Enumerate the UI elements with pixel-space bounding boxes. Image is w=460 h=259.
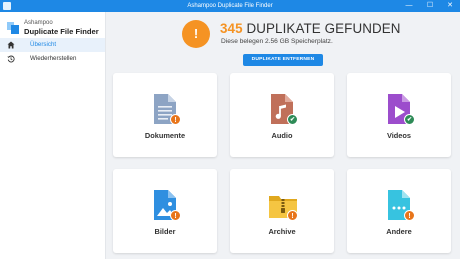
sidebar-item-label: Übersicht: [30, 41, 57, 48]
sidebar-item-overview[interactable]: Übersicht: [0, 38, 105, 52]
ok-badge-icon: ✔: [404, 114, 415, 125]
category-label: Videos: [386, 131, 412, 140]
category-label: Audio: [271, 131, 293, 140]
restore-history-icon: [7, 55, 15, 63]
category-card-images[interactable]: ! Bilder: [113, 169, 217, 253]
ok-badge-icon: ✔: [287, 114, 298, 125]
archive-folder-icon: !: [268, 189, 298, 221]
category-label: Archive: [268, 227, 296, 236]
warning-glyph: !: [193, 26, 199, 41]
home-icon: [7, 41, 15, 49]
category-card-audio[interactable]: ✔ Audio: [230, 73, 334, 157]
brand: Ashampoo Duplicate File Finder: [5, 18, 105, 40]
other-file-icon: !: [385, 189, 415, 221]
warning-icon: !: [182, 20, 210, 48]
duplicates-headline-text: DUPLIKATE GEFUNDEN: [246, 21, 401, 36]
app-logo-icon: [7, 22, 19, 34]
category-label: Bilder: [154, 227, 176, 236]
category-card-archives[interactable]: ! Archive: [230, 169, 334, 253]
minimize-button[interactable]: —: [399, 0, 419, 12]
sidebar-item-restore[interactable]: Wiederherstellen: [0, 52, 105, 66]
brand-vendor: Ashampoo: [24, 20, 53, 26]
brand-product: Duplicate File Finder: [24, 27, 99, 36]
category-card-other[interactable]: ! Andere: [347, 169, 451, 253]
warning-badge-icon: !: [287, 210, 298, 221]
duplicates-count: 345: [220, 21, 243, 36]
video-file-icon: ✔: [385, 93, 415, 125]
sidebar-item-label: Wiederherstellen: [30, 55, 77, 62]
warning-badge-icon: !: [170, 114, 181, 125]
title-bar: Ashampoo Duplicate File Finder — ☐ ✕: [0, 0, 460, 12]
space-used-text: Diese belegen 2.56 GB Speicherplatz.: [221, 38, 333, 45]
close-button[interactable]: ✕: [440, 0, 460, 12]
image-file-icon: !: [151, 189, 181, 221]
document-icon: !: [151, 93, 181, 125]
sidebar: Ashampoo Duplicate File Finder Übersicht…: [0, 12, 106, 259]
category-label: Andere: [386, 227, 412, 236]
warning-badge-icon: !: [170, 210, 181, 221]
category-card-documents[interactable]: ! Dokumente: [113, 73, 217, 157]
category-card-videos[interactable]: ✔ Videos: [347, 73, 451, 157]
remove-duplicates-button[interactable]: DUPLIKATE ENTFERNEN: [243, 54, 323, 66]
audio-file-icon: ✔: [268, 93, 298, 125]
warning-badge-icon: !: [404, 210, 415, 221]
window-title: Ashampoo Duplicate File Finder: [187, 3, 273, 9]
duplicates-headline: 345 DUPLIKATE GEFUNDEN: [220, 21, 401, 36]
maximize-button[interactable]: ☐: [420, 0, 440, 12]
category-label: Dokumente: [144, 131, 186, 140]
